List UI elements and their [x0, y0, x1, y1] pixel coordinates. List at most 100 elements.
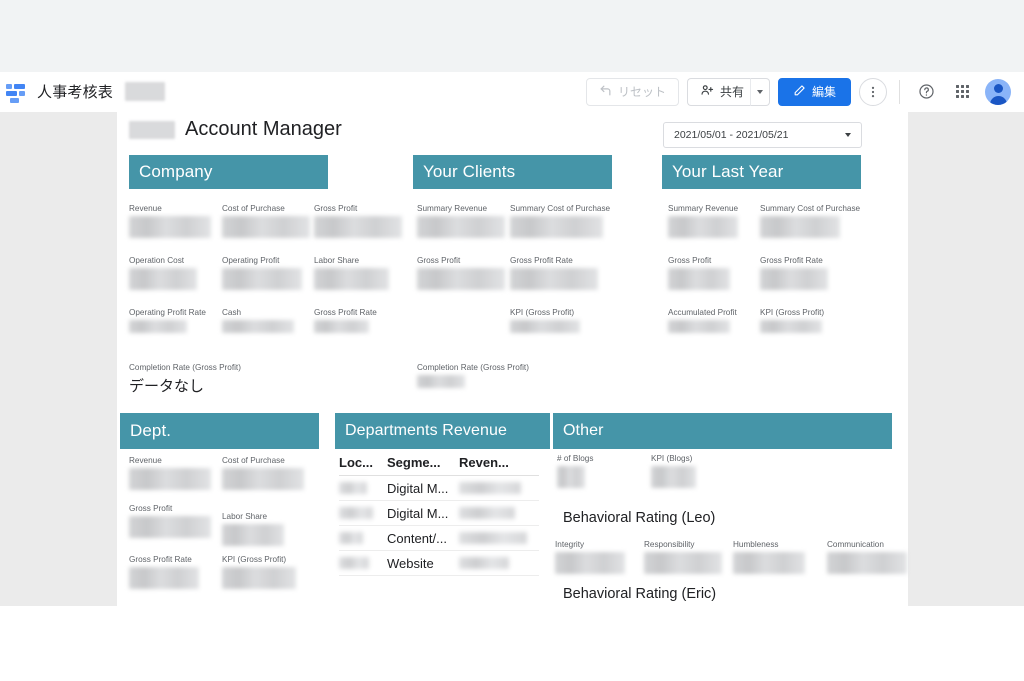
- kpi-label: Summary Cost of Purchase: [510, 204, 611, 213]
- section-title: Your Last Year: [672, 162, 784, 181]
- edit-button[interactable]: 編集: [777, 77, 851, 106]
- cell-revenue: [459, 557, 529, 569]
- table-row[interactable]: Digital M...: [339, 476, 539, 501]
- brand[interactable]: 人事考核表: [6, 81, 166, 103]
- kpi-behavior-integrity: Integrity: [555, 540, 625, 574]
- kpi-value-redacted: [222, 216, 310, 238]
- table-row[interactable]: Digital M...: [339, 501, 539, 526]
- kpi-value-redacted: [555, 552, 625, 574]
- kpi-value-redacted: [760, 216, 840, 238]
- section-header-company: Company: [129, 155, 328, 189]
- cell-segment: Digital M...: [387, 505, 449, 521]
- kpi-label: Summary Cost of Purchase: [760, 204, 861, 213]
- section-title: Other: [563, 422, 604, 439]
- behavioral-rating-eric-title: Behavioral Rating (Eric): [563, 586, 717, 602]
- page-title: Account Manager: [185, 118, 342, 140]
- kpi-value-redacted: [222, 468, 304, 490]
- kpi-label: Gross Profit Rate: [129, 555, 192, 564]
- section-header-other: Other: [553, 413, 892, 449]
- account-button[interactable]: [984, 78, 1012, 106]
- kpi-value-redacted: [510, 320, 580, 333]
- cell-segment: Digital M...: [387, 480, 449, 496]
- table-row[interactable]: Content/...: [339, 526, 539, 551]
- kpi-other-number-of-blogs: # of Blogs: [557, 454, 593, 488]
- more-vert-icon: [871, 86, 875, 97]
- kpi-label: Gross Profit Rate: [314, 308, 377, 317]
- kpi-label: Humbleness: [733, 540, 779, 549]
- kpi-label: KPI (Blogs): [651, 454, 693, 463]
- section-title: Dept.: [130, 421, 172, 440]
- header-actions: リセット 共有 編集: [585, 77, 1012, 106]
- app-header: 人事考核表 リセット 共有 編集: [0, 72, 1024, 112]
- column-header-revenue[interactable]: Reven...: [459, 455, 529, 470]
- kpi-clients-kpi-gross-profit: KPI (Gross Profit): [510, 308, 580, 333]
- share-dropdown-button[interactable]: [749, 77, 770, 106]
- section-header-your-last-year: Your Last Year: [662, 155, 861, 189]
- kpi-value-redacted: [129, 216, 211, 238]
- kpi-label: Summary Revenue: [668, 204, 739, 213]
- avatar: [985, 78, 1011, 105]
- kpi-value-redacted: [510, 216, 603, 238]
- section-title: Your Clients: [423, 162, 516, 181]
- kpi-value-redacted: [129, 468, 211, 490]
- kpi-value-redacted: [129, 516, 211, 538]
- share-label: 共有: [719, 85, 744, 99]
- kpi-dept-labor-share: Labor Share: [222, 512, 284, 546]
- apps-grid-icon: [955, 85, 969, 98]
- cell-location: [339, 557, 387, 569]
- kpi-company-operation-cost: Operation Cost: [129, 256, 197, 290]
- kpi-value-redacted: [222, 567, 296, 589]
- kpi-lastyear-gross-profit: Gross Profit: [668, 256, 730, 290]
- kpi-label: KPI (Gross Profit): [760, 308, 825, 317]
- kpi-value-redacted: [417, 268, 505, 290]
- column-header-location[interactable]: Loc...: [339, 455, 387, 470]
- kpi-behavior-communication: Communication: [827, 540, 907, 574]
- column-header-segment[interactable]: Segme...: [387, 455, 459, 470]
- cell-revenue: [459, 507, 529, 519]
- page-title-redacted: [129, 120, 175, 139]
- table-row[interactable]: Website: [339, 551, 539, 576]
- kpi-label: Cost of Purchase: [222, 456, 285, 465]
- kpi-value-redacted: [314, 320, 369, 333]
- help-icon: [918, 84, 934, 99]
- kpi-label: Cash: [222, 308, 242, 317]
- share-button-group: 共有: [686, 77, 770, 106]
- more-options-button[interactable]: [859, 77, 887, 106]
- section-header-your-clients: Your Clients: [413, 155, 612, 189]
- kpi-lastyear-accumulated-profit: Accumulated Profit: [668, 308, 737, 333]
- chevron-down-icon: [756, 89, 763, 94]
- kpi-label: Integrity: [555, 540, 585, 549]
- google-apps-button[interactable]: [948, 78, 976, 106]
- section-header-dept: Dept.: [120, 413, 319, 449]
- cell-location: [339, 507, 387, 519]
- kpi-value-redacted: [417, 375, 465, 388]
- cell-segment: Content/...: [387, 530, 447, 546]
- cell-revenue: [459, 482, 529, 494]
- kpi-value-redacted: [314, 268, 389, 290]
- kpi-lastyear-summary-cost-of-purchase: Summary Cost of Purchase: [760, 204, 861, 238]
- kpi-value-redacted: [827, 552, 907, 574]
- reset-button[interactable]: リセット: [585, 77, 679, 106]
- date-range-control[interactable]: 2021/05/01 - 2021/05/21: [663, 122, 862, 148]
- kpi-company-gross-profit-rate: Gross Profit Rate: [314, 308, 377, 333]
- departments-revenue-table[interactable]: Loc... Segme... Reven... Digital M... Di…: [339, 455, 539, 576]
- kpi-value-redacted: [129, 268, 197, 290]
- kpi-value-redacted: [222, 524, 284, 546]
- kpi-value-redacted: [760, 268, 828, 290]
- kpi-label: Completion Rate (Gross Profit): [129, 363, 241, 372]
- header-divider: [899, 79, 900, 104]
- page-title-row: Account Manager: [129, 118, 342, 141]
- kpi-lastyear-kpi-gross-profit: KPI (Gross Profit): [760, 308, 825, 333]
- kpi-company-operating-profit: Operating Profit: [222, 256, 302, 290]
- cell-segment: Website: [387, 555, 434, 571]
- document-title-redacted: [125, 82, 166, 101]
- kpi-company-cash: Cash: [222, 308, 294, 333]
- kpi-value-redacted: [668, 216, 738, 238]
- kpi-label: Revenue: [129, 456, 162, 465]
- kpi-value-redacted: [129, 567, 199, 589]
- share-button[interactable]: 共有: [686, 77, 750, 106]
- kpi-label: Operating Profit Rate: [129, 308, 206, 317]
- kpi-label: Labor Share: [222, 512, 268, 521]
- kpi-label: KPI (Gross Profit): [510, 308, 575, 317]
- help-button[interactable]: [912, 78, 940, 106]
